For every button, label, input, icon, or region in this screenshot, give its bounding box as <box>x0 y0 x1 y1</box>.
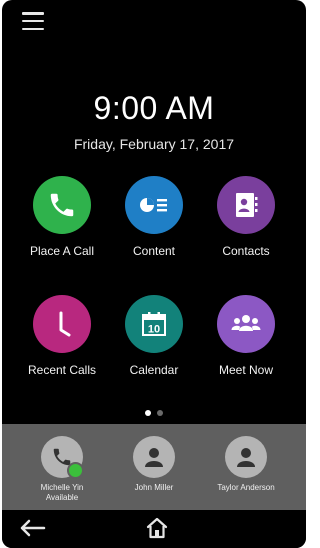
person-icon <box>237 448 255 467</box>
place-a-call-button[interactable]: Place A Call <box>14 176 110 258</box>
app-label: Recent Calls <box>27 363 97 377</box>
phone-icon <box>33 176 91 234</box>
app-label: Contacts <box>222 244 270 258</box>
calendar-day-number: 10 <box>148 324 160 336</box>
app-label: Calendar <box>129 363 179 377</box>
app-label: Meet Now <box>218 363 274 377</box>
clock-date: Friday, February 17, 2017 <box>73 136 235 152</box>
back-arrow-icon[interactable] <box>18 518 46 543</box>
recent-calls-button[interactable]: Recent Calls <box>14 295 110 377</box>
contacts-icon <box>217 176 275 234</box>
person-icon <box>145 448 163 467</box>
group-icon <box>217 295 275 353</box>
content-icon <box>125 176 183 234</box>
device-screen: 9:00 AM Friday, February 17, 2017 Place … <box>2 0 306 548</box>
content-button[interactable]: Content <box>106 176 202 258</box>
contact-name: John Miller <box>134 483 174 492</box>
app-label: Content <box>132 244 176 258</box>
contacts-button[interactable]: Contacts <box>198 176 294 258</box>
page-indicator <box>2 403 306 421</box>
app-label: Place A Call <box>29 244 95 258</box>
page-dot[interactable] <box>157 410 163 416</box>
hamburger-menu-icon[interactable] <box>22 12 44 30</box>
clock-time: 9:00 AM <box>93 90 215 126</box>
avatar <box>133 436 175 478</box>
navigation-bar <box>2 510 306 548</box>
page-dot-active[interactable] <box>145 410 151 416</box>
favorite-contact[interactable]: Taylor Anderson <box>198 436 294 493</box>
presence-available-indicator <box>67 462 84 479</box>
contact-status: Available <box>45 493 79 502</box>
calendar-icon: 10 <box>125 295 183 353</box>
favorite-contact[interactable]: John Miller <box>106 436 202 493</box>
favorites-bar: Michelle Yin Available John Miller Taylo… <box>2 424 306 510</box>
contact-name: Michelle Yin <box>40 483 84 492</box>
contact-name: Taylor Anderson <box>217 483 275 492</box>
avatar <box>41 436 84 479</box>
clock-icon <box>33 295 91 353</box>
favorite-contact[interactable]: Michelle Yin Available <box>14 436 110 503</box>
calendar-button[interactable]: 10 Calendar <box>106 295 202 377</box>
meet-now-button[interactable]: Meet Now <box>198 295 294 377</box>
avatar <box>225 436 267 478</box>
home-icon[interactable] <box>145 516 169 545</box>
